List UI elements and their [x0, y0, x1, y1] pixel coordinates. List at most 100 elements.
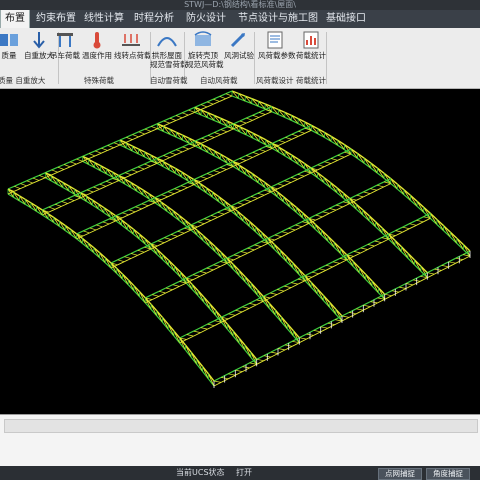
truss-member	[61, 197, 69, 202]
truss-member	[357, 152, 365, 159]
truss-member	[214, 134, 221, 138]
truss-member	[376, 186, 385, 191]
tab-foundation-interface[interactable]: 基础接口	[326, 10, 366, 28]
truss-member	[54, 200, 62, 205]
tab-layout[interactable]: 布置	[0, 10, 30, 28]
truss-member	[246, 119, 253, 124]
truss-member	[197, 223, 205, 228]
point-snap-button[interactable]: 点网捕捉	[378, 468, 422, 480]
truss-member	[206, 173, 214, 176]
rotating-shell-wind-button[interactable]: 旋转壳顶 规范风荷载	[186, 30, 224, 70]
crane-load-button[interactable]: 吊车荷载	[48, 30, 82, 70]
truss-member	[318, 269, 327, 275]
group-label-mass: 质量 自重放大	[0, 76, 46, 85]
truss-member	[346, 250, 354, 256]
truss-member	[107, 145, 114, 149]
truss-member	[285, 138, 292, 143]
truss-member	[274, 231, 282, 236]
wind-load-params-button[interactable]: 风荷载参数	[258, 30, 296, 70]
tab-constraint-layout[interactable]: 约束布置	[36, 10, 76, 28]
truss-member	[138, 128, 146, 133]
command-output-panel[interactable]	[0, 414, 480, 467]
truss-member	[261, 242, 269, 248]
truss-member	[217, 213, 225, 218]
truss-member	[363, 304, 371, 307]
truss-member	[206, 98, 214, 103]
truss-member	[402, 226, 410, 230]
truss-member	[245, 151, 253, 157]
truss-member	[13, 183, 21, 187]
truss-member	[251, 172, 259, 179]
truss-member	[115, 212, 123, 217]
line-to-point-load-button[interactable]: 线转点荷载	[114, 30, 152, 70]
truss-member	[204, 220, 212, 225]
truss-member	[218, 201, 226, 207]
truss-member	[204, 214, 212, 220]
model-viewport[interactable]	[0, 89, 480, 414]
truss-member	[193, 176, 201, 181]
truss-member	[297, 170, 305, 175]
truss-member	[363, 162, 372, 169]
truss-member	[360, 247, 368, 250]
tab-node-design[interactable]: 节点设计与施工图	[238, 10, 318, 28]
temperature-action-button[interactable]: 温度作用	[80, 30, 114, 70]
truss-member	[166, 205, 174, 212]
truss-member	[344, 144, 352, 150]
truss-member	[291, 130, 299, 135]
truss-member	[423, 217, 431, 223]
truss-member	[186, 334, 194, 337]
tab-time-history[interactable]: 时程分析	[134, 10, 174, 28]
truss-member	[210, 216, 218, 221]
truss-member	[220, 129, 228, 133]
truss-member	[130, 249, 138, 255]
truss-member	[213, 172, 221, 177]
truss-member	[219, 98, 226, 102]
ucs-status-label: 当前UCS状态	[176, 468, 225, 477]
truss-member	[374, 240, 382, 243]
truss-member	[124, 172, 132, 176]
truss-member	[205, 187, 213, 193]
truss-member	[137, 166, 145, 170]
truss-member	[179, 282, 187, 287]
truss-member	[313, 331, 321, 336]
statistics-icon	[303, 31, 319, 49]
truss-member	[336, 204, 344, 208]
wind-tunnel-test-button[interactable]: 风洞试验	[222, 30, 256, 70]
truss-member	[349, 194, 357, 200]
truss-member	[218, 196, 226, 202]
angle-snap-button[interactable]: 角度捕捉	[426, 468, 470, 480]
truss-member	[284, 285, 292, 288]
arch-roof-snow-button[interactable]: 拱形屋面 规范雪荷载	[150, 30, 188, 70]
truss-member	[93, 186, 100, 190]
truss-member	[182, 112, 189, 116]
truss-member	[32, 179, 40, 184]
truss-member	[377, 298, 385, 304]
truss-member	[225, 90, 233, 95]
truss-member	[237, 202, 245, 206]
load-statistics-button[interactable]: 荷载统计	[294, 30, 328, 70]
truss-member	[291, 135, 299, 140]
truss-member	[117, 259, 125, 263]
truss-member	[82, 153, 90, 157]
truss-member	[200, 323, 208, 329]
truss-member	[324, 157, 332, 163]
truss-member	[161, 194, 169, 198]
truss-member	[246, 155, 253, 158]
truss-member	[150, 128, 158, 132]
truss-member	[206, 175, 214, 180]
truss-member	[311, 273, 320, 278]
truss-member	[165, 287, 173, 291]
truss-member	[128, 209, 136, 213]
truss-member	[330, 154, 338, 160]
truss-member	[76, 158, 83, 162]
truss-member	[270, 183, 278, 188]
truss-member	[304, 271, 313, 277]
tab-linear-calc[interactable]: 线性计算	[84, 10, 124, 28]
truss-member	[257, 177, 266, 183]
self-weight-icon	[33, 32, 45, 49]
truss-model-canvas[interactable]	[0, 89, 480, 414]
truss-member	[182, 114, 189, 119]
truss-member	[356, 196, 364, 201]
truss-member	[186, 330, 194, 336]
tab-fire-design[interactable]: 防火设计	[186, 10, 226, 28]
